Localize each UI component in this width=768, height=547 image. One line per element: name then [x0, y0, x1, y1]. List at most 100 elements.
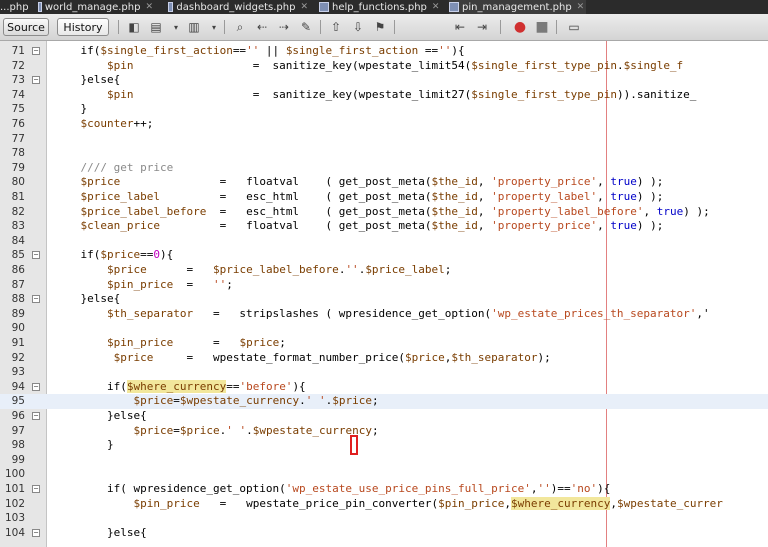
- back-dropdown-icon[interactable]: ▾: [168, 19, 184, 35]
- toolbar-separator: [556, 20, 557, 34]
- code-text: }: [54, 438, 114, 452]
- forward-icon[interactable]: ▥: [186, 19, 202, 35]
- line-number: 84: [11, 234, 25, 247]
- code-line[interactable]: 86 $price = $price_label_before.''.$pric…: [0, 263, 768, 278]
- fold-toggle-icon[interactable]: −: [32, 412, 40, 420]
- comment-icon[interactable]: ▭: [566, 19, 582, 35]
- line-number: 95: [11, 395, 25, 408]
- source-button[interactable]: Source: [3, 18, 49, 36]
- stop-macro-icon[interactable]: ■: [534, 19, 550, 35]
- code-text: $price = wpestate_format_number_price($p…: [113, 350, 551, 364]
- code-line[interactable]: 95 $price=$wpestate_currency.' '.$price;: [0, 394, 768, 409]
- fold-toggle-icon[interactable]: −: [32, 382, 40, 391]
- code-line[interactable]: 78: [0, 146, 768, 161]
- find-next-icon[interactable]: ⇢: [276, 19, 292, 35]
- toolbar-separator: [394, 20, 395, 34]
- code-text: }else{: [54, 409, 147, 422]
- code-line[interactable]: 88− }else{: [0, 292, 768, 307]
- tab-dashboard-widgets[interactable]: dashboard_widgets.php ✕: [168, 0, 308, 14]
- find-previous-icon[interactable]: ⇠: [254, 19, 270, 35]
- fold-toggle-icon[interactable]: −: [32, 485, 40, 493]
- toolbar-separator: [118, 20, 119, 34]
- code-line[interactable]: 99: [0, 453, 768, 468]
- code-line[interactable]: 101− if( wpresidence_get_option('wp_esta…: [0, 482, 768, 497]
- code-line[interactable]: 89 $th_separator = stripslashes ( wpresi…: [0, 307, 768, 322]
- line-number: 91: [11, 337, 25, 349]
- code-line[interactable]: 90: [0, 321, 768, 336]
- start-macro-icon[interactable]: ●: [512, 19, 528, 35]
- code-line[interactable]: 92 $price = wpestate_format_number_price…: [0, 351, 768, 366]
- tab-world-manage[interactable]: world_manage.php ✕: [38, 0, 153, 14]
- code-line[interactable]: 79 //// get price: [0, 161, 768, 176]
- fold-toggle-icon[interactable]: −: [32, 295, 40, 304]
- code-text: if($single_first_action=='' || $single_f…: [54, 44, 465, 57]
- toggle-highlight-icon[interactable]: ✎: [298, 19, 314, 35]
- code-line[interactable]: 100: [0, 467, 768, 482]
- fold-toggle-icon[interactable]: −: [32, 528, 40, 537]
- code-line[interactable]: 87 $pin_price = '';: [0, 278, 768, 293]
- code-line[interactable]: 74 $pin = sanitize_key(wpestate_limit27(…: [0, 88, 768, 103]
- php-file-icon: [38, 2, 42, 12]
- next-bookmark-icon[interactable]: ⇩: [350, 19, 366, 35]
- fold-toggle-icon[interactable]: −: [32, 251, 40, 260]
- code-text: //// get price: [54, 160, 174, 174]
- shift-right-icon[interactable]: ⇥: [474, 19, 490, 35]
- find-selection-icon[interactable]: ⌕: [232, 19, 248, 35]
- forward-dropdown-icon[interactable]: ▾: [206, 19, 222, 35]
- line-number: 73: [11, 74, 25, 87]
- code-line[interactable]: 71− if($single_first_action=='' || $sing…: [0, 44, 768, 59]
- code-line[interactable]: 102 $pin_price = wpestate_price_pin_conv…: [0, 496, 768, 512]
- tab-0[interactable]: ...php: [0, 0, 40, 14]
- code-text: $price=$price.' '.$wpestate_currency;: [133, 423, 379, 437]
- php-file-icon: [319, 2, 329, 12]
- code-line[interactable]: 84: [0, 234, 768, 249]
- code-line[interactable]: 80 $price = floatval ( get_post_meta($th…: [0, 175, 768, 190]
- shift-left-icon[interactable]: ⇤: [452, 19, 468, 35]
- line-number: 88: [11, 293, 25, 306]
- line-number: 74: [11, 88, 25, 101]
- code-line[interactable]: 76 $counter++;: [0, 117, 768, 132]
- line-number: 101: [4, 483, 25, 495]
- code-line[interactable]: 82 $price_label_before = esc_html ( get_…: [0, 205, 768, 220]
- line-number: 80: [11, 176, 25, 189]
- code-line[interactable]: 104− }else{: [0, 526, 768, 541]
- code-line[interactable]: 96− }else{: [0, 409, 768, 424]
- tab-label: ...php: [0, 1, 29, 13]
- code-line[interactable]: 93: [0, 365, 768, 380]
- toggle-bookmark-icon[interactable]: ⚑: [372, 19, 388, 35]
- code-line[interactable]: 103: [0, 511, 768, 526]
- line-number: 77: [11, 132, 25, 145]
- code-line[interactable]: 98 }: [0, 438, 768, 453]
- code-line[interactable]: 97 $price=$price.' '.$wpestate_currency;: [0, 424, 768, 439]
- code-line[interactable]: 73− }else{: [0, 73, 768, 88]
- history-button[interactable]: History: [57, 18, 109, 36]
- code-line[interactable]: 85− if($price==0){: [0, 248, 768, 263]
- tab-help-functions[interactable]: help_functions.php ✕: [319, 0, 447, 14]
- close-icon[interactable]: ✕: [432, 2, 440, 12]
- tab-pin-management[interactable]: pin_management.php ✕: [449, 0, 586, 14]
- line-number: 89: [11, 307, 25, 320]
- code-line[interactable]: 83 $clean_price = floatval ( get_post_me…: [0, 219, 768, 234]
- close-icon[interactable]: ✕: [145, 2, 153, 12]
- close-icon[interactable]: ✕: [300, 2, 308, 12]
- code-line[interactable]: 77: [0, 132, 768, 147]
- code-line[interactable]: 75 }: [0, 102, 768, 117]
- code-line[interactable]: 72 $pin = sanitize_key(wpestate_limit54(…: [0, 59, 768, 74]
- close-icon[interactable]: ✕: [577, 2, 585, 12]
- code-editor[interactable]: 71− if($single_first_action=='' || $sing…: [0, 41, 768, 547]
- php-file-icon: [449, 2, 459, 12]
- last-edit-icon[interactable]: ◧: [126, 19, 142, 35]
- code-text: $pin = sanitize_key(wpestate_limit54($si…: [106, 58, 684, 72]
- code-text: if($where_currency=='before'){: [54, 379, 306, 393]
- line-number: 97: [11, 424, 25, 437]
- line-number: 82: [11, 205, 25, 218]
- code-line[interactable]: 91 $pin_price = $price;: [0, 336, 768, 351]
- code-line[interactable]: 94− if($where_currency=='before'){: [0, 379, 768, 395]
- code-line[interactable]: 81 $price_label = esc_html ( get_post_me…: [0, 190, 768, 205]
- back-icon[interactable]: ▤: [148, 19, 164, 35]
- prev-bookmark-icon[interactable]: ⇧: [328, 19, 344, 35]
- fold-toggle-icon[interactable]: −: [32, 47, 40, 55]
- line-number: 92: [11, 351, 25, 364]
- fold-toggle-icon[interactable]: −: [32, 76, 40, 85]
- code-text: }else{: [54, 73, 121, 87]
